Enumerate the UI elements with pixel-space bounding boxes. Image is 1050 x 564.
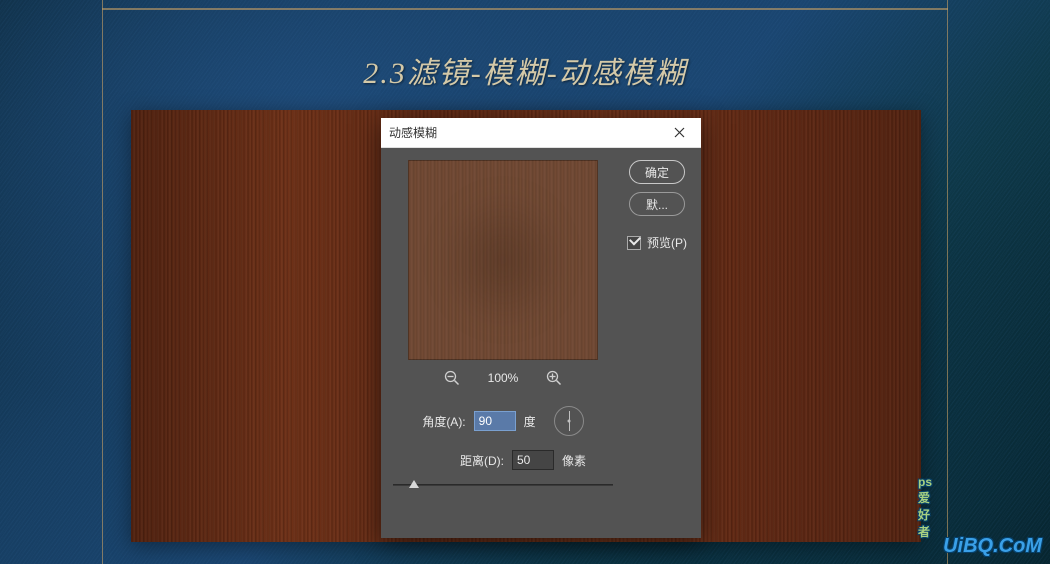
zoom-value: 100% [488, 371, 519, 385]
dialog-titlebar[interactable]: 动感模糊 [381, 118, 701, 148]
dialog-body: 100% 角度(A): 度 距离(D): 像素 [381, 148, 701, 538]
parameter-controls: 角度(A): 度 距离(D): 像素 [393, 406, 613, 486]
slider-thumb[interactable] [409, 480, 419, 488]
watermark-ps: ps爱好者 [918, 475, 932, 540]
motion-blur-dialog: 动感模糊 100% [381, 118, 701, 538]
angle-unit: 度 [524, 413, 536, 430]
angle-label: 角度(A): [422, 413, 465, 430]
close-icon [674, 127, 685, 138]
zoom-in-icon[interactable] [546, 370, 562, 386]
zoom-out-icon[interactable] [444, 370, 460, 386]
angle-input[interactable] [474, 411, 516, 431]
watermark-text: UiBQ.CoM [943, 535, 1042, 557]
close-button[interactable] [665, 122, 693, 144]
preview-checkbox-label: 预览(P) [647, 234, 687, 251]
preview-checkbox-row[interactable]: 预览(P) [627, 234, 687, 251]
dialog-left-column: 100% 角度(A): 度 距离(D): 像素 [393, 160, 613, 526]
preview-area[interactable] [408, 160, 598, 360]
dialog-right-column: 确定 默... 预览(P) [625, 160, 689, 526]
watermark: ps爱好者 UiBQ.CoM [943, 535, 1042, 558]
distance-input[interactable] [512, 450, 554, 470]
dialog-title: 动感模糊 [389, 124, 665, 141]
ok-button[interactable]: 确定 [629, 160, 685, 184]
angle-dial[interactable] [554, 406, 584, 436]
cancel-button[interactable]: 默... [629, 192, 685, 216]
angle-row: 角度(A): 度 [393, 406, 613, 436]
distance-label: 距离(D): [460, 452, 504, 469]
page-title: 2.3滤镜-模糊-动感模糊 [0, 48, 1050, 92]
distance-row: 距离(D): 像素 [433, 450, 613, 470]
zoom-controls: 100% [393, 370, 613, 386]
distance-slider[interactable] [393, 484, 613, 486]
distance-unit: 像素 [562, 452, 586, 469]
preview-checkbox[interactable] [627, 236, 641, 250]
